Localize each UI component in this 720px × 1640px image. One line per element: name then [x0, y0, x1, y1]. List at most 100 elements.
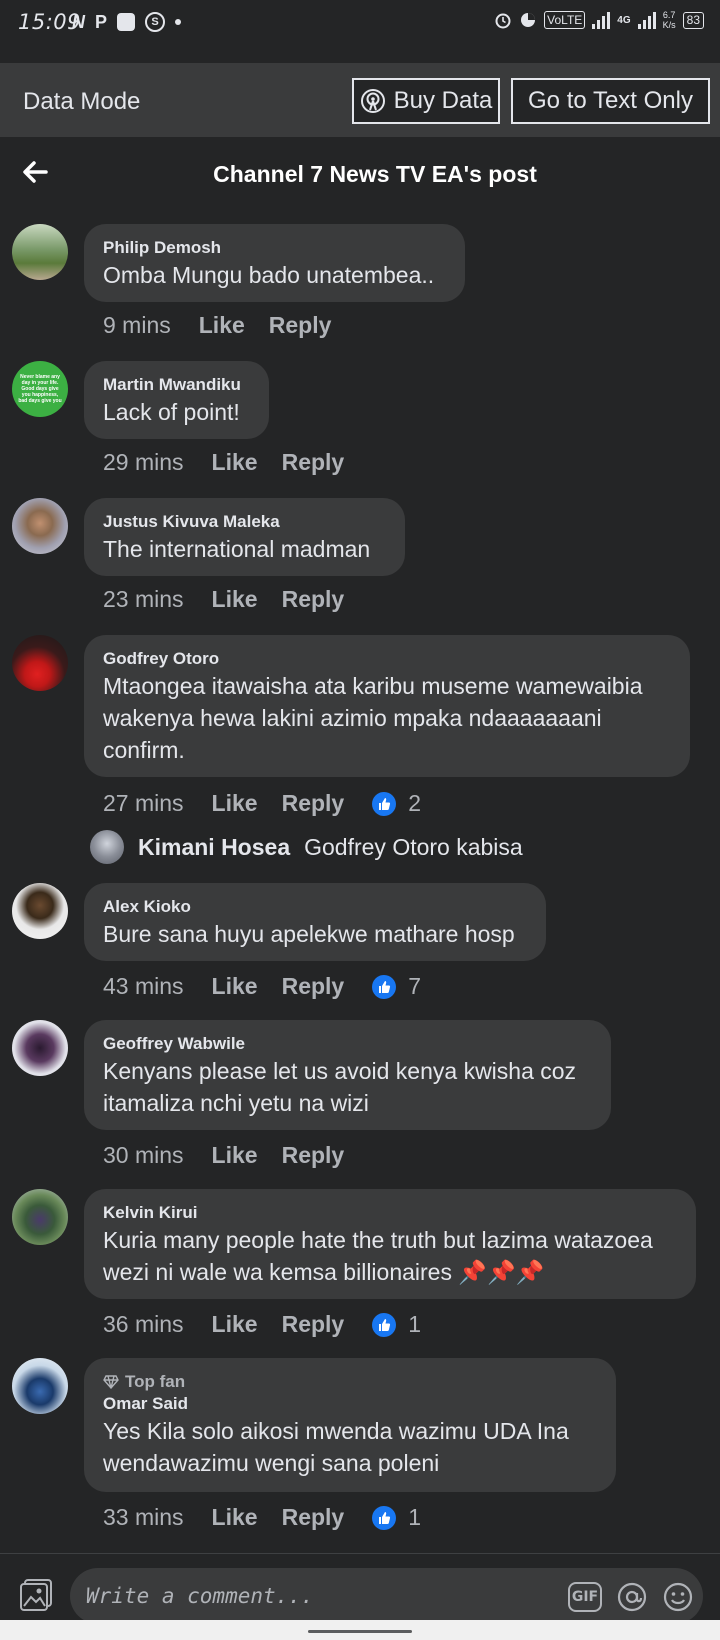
gif-icon[interactable]: GIF [568, 1582, 602, 1612]
diamond-icon [103, 1375, 119, 1389]
reply-button[interactable]: Reply [282, 1142, 345, 1169]
commenter-name[interactable]: Justus Kivuva Maleka [103, 511, 386, 533]
comment-bubble[interactable]: Justus Kivuva Maleka The international m… [84, 498, 405, 576]
text-only-label: Go to Text Only [528, 87, 693, 114]
like-count[interactable]: 1 [408, 1504, 421, 1531]
status-bar: 15:09 N P S VoLTE 4G 6.7 K/s 83 [0, 0, 720, 46]
comment-time: 36 mins [103, 1311, 184, 1337]
top-fan-badge: Top fan [103, 1371, 597, 1393]
comment-actions: 33 mins Like Reply 1 [103, 1504, 421, 1531]
app-square-icon [117, 13, 136, 31]
buy-data-button[interactable]: Buy Data [352, 78, 500, 124]
comment-time: 33 mins [103, 1504, 184, 1530]
like-button[interactable]: Like [199, 312, 245, 339]
like-button[interactable]: Like [212, 790, 258, 817]
comment-actions: 36 mins Like Reply 1 [103, 1311, 421, 1338]
speed-value: 6.7 [662, 10, 676, 20]
comment-time: 27 mins [103, 790, 184, 816]
go-to-text-only-button[interactable]: Go to Text Only [511, 78, 710, 124]
reply-button[interactable]: Reply [282, 973, 345, 1000]
broadcast-icon [360, 89, 385, 113]
avatar[interactable] [12, 1020, 68, 1076]
commenter-name[interactable]: Godfrey Otoro [103, 648, 671, 670]
comment-bubble[interactable]: Godfrey Otoro Mtaongea itawaisha ata kar… [84, 635, 690, 777]
speed-unit: K/s [662, 20, 676, 30]
comment-text: Bure sana huyu apelekwe mathare hosp [103, 921, 515, 947]
dot-icon [175, 19, 182, 25]
reply-button[interactable]: Reply [282, 1311, 345, 1338]
commenter-name[interactable]: Martin Mwandiku [103, 374, 250, 396]
like-reaction-icon[interactable] [372, 1312, 397, 1337]
comment-bubble[interactable]: Philip Demosh Omba Mungu bado unatembea.… [84, 224, 465, 302]
avatar[interactable] [12, 498, 68, 554]
comment-time: 43 mins [103, 973, 184, 999]
avatar[interactable] [12, 1189, 68, 1245]
avatar[interactable]: Never blame any day in your life. Good d… [12, 361, 68, 417]
avatar[interactable] [12, 883, 68, 939]
commenter-name[interactable]: Alex Kioko [103, 896, 527, 918]
comment-actions: 30 mins Like Reply [103, 1142, 368, 1169]
like-count[interactable]: 1 [408, 1311, 421, 1338]
photo-icon[interactable] [18, 1577, 54, 1613]
commenter-name[interactable]: Philip Demosh [103, 237, 446, 259]
like-button[interactable]: Like [212, 973, 258, 1000]
like-button[interactable]: Like [212, 1142, 258, 1169]
comment-text: Kuria many people hate the truth but laz… [103, 1227, 653, 1285]
network-type: 4G [617, 14, 631, 26]
comment-time: 23 mins [103, 586, 184, 612]
comment-bubble[interactable]: Top fan Omar Said Yes Kila solo aikosi m… [84, 1358, 616, 1492]
data-mode-label: Data Mode [23, 88, 141, 115]
comment-text: Kenyans please let us avoid kenya kwisha… [103, 1058, 577, 1116]
like-reaction-icon[interactable] [372, 974, 397, 999]
like-button[interactable]: Like [212, 1311, 258, 1338]
avatar[interactable] [12, 1358, 68, 1414]
like-button[interactable]: Like [212, 1504, 258, 1531]
buy-data-label: Buy Data [393, 87, 493, 114]
reply-author-name[interactable]: Kimani Hosea [138, 834, 290, 861]
netflix-icon: N [72, 12, 85, 32]
comment-text: Lack of point! [103, 399, 240, 425]
reply-button[interactable]: Reply [282, 790, 345, 817]
like-count[interactable]: 7 [408, 973, 421, 1000]
mention-icon[interactable] [616, 1581, 648, 1613]
home-gesture-handle[interactable] [308, 1630, 412, 1633]
post-header: Channel 7 News TV EA's post [0, 137, 720, 211]
comment-actions: 27 mins Like Reply 2 [103, 790, 421, 817]
emoji-icon[interactable] [662, 1581, 694, 1613]
signal-icon-2 [637, 11, 656, 29]
commenter-name[interactable]: Omar Said [103, 1393, 597, 1415]
avatar-text: Never blame any day in your life. Good d… [18, 374, 62, 404]
avatar[interactable] [12, 224, 68, 280]
notification-icons: N P S [72, 12, 182, 32]
like-count[interactable]: 2 [408, 790, 421, 817]
system-icons: VoLTE 4G 6.7 K/s 83 [494, 10, 704, 30]
like-reaction-icon[interactable] [372, 1505, 397, 1530]
avatar[interactable] [12, 635, 68, 691]
comment-text: Omba Mungu bado unatembea.. [103, 262, 435, 288]
reply-avatar [90, 830, 124, 864]
signal-icon [592, 11, 611, 29]
comment-time: 9 mins [103, 312, 171, 338]
comment-text: The international madman [103, 536, 371, 562]
comment-actions: 29 mins Like Reply [103, 449, 368, 476]
comment-time: 29 mins [103, 449, 184, 475]
reply-button[interactable]: Reply [282, 1504, 345, 1531]
reply-preview[interactable]: Kimani Hosea Godfrey Otoro kabisa [90, 830, 523, 864]
like-button[interactable]: Like [212, 586, 258, 613]
top-fan-label: Top fan [125, 1372, 186, 1391]
comment-bubble[interactable]: Kelvin Kirui Kuria many people hate the … [84, 1189, 696, 1299]
comment-actions: 23 mins Like Reply [103, 586, 368, 613]
like-button[interactable]: Like [212, 449, 258, 476]
reply-button[interactable]: Reply [282, 449, 345, 476]
like-reaction-icon[interactable] [372, 791, 397, 816]
comment-bubble[interactable]: Martin Mwandiku Lack of point! [84, 361, 269, 439]
shazam-icon: S [145, 12, 166, 32]
data-saver-icon [521, 13, 536, 27]
reply-button[interactable]: Reply [282, 586, 345, 613]
comment-bubble[interactable]: Geoffrey Wabwile Kenyans please let us a… [84, 1020, 611, 1130]
commenter-name[interactable]: Geoffrey Wabwile [103, 1033, 592, 1055]
reply-button[interactable]: Reply [269, 312, 332, 339]
commenter-name[interactable]: Kelvin Kirui [103, 1202, 677, 1224]
comment-actions: 9 mins Like Reply [103, 312, 355, 339]
comment-bubble[interactable]: Alex Kioko Bure sana huyu apelekwe matha… [84, 883, 546, 961]
